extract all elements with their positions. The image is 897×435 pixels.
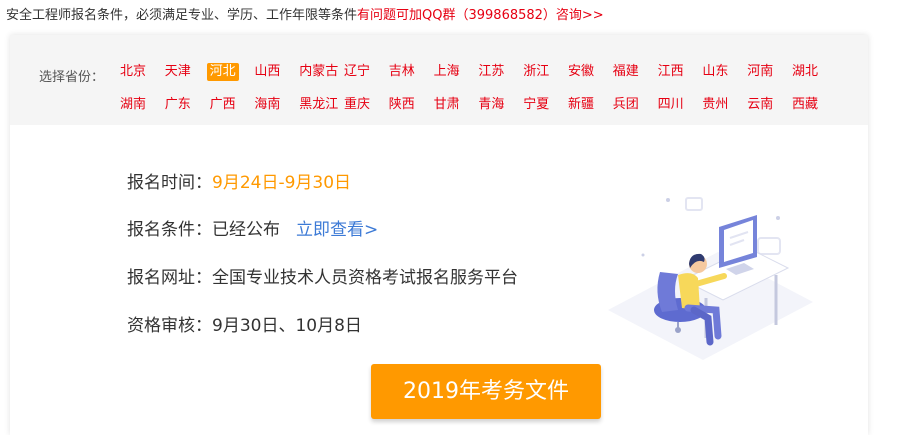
province-guangdong[interactable]: 广东 [162,96,194,114]
qualification-review-row: 资格审核：9月30日、10月8日 [127,311,362,336]
province-hebei[interactable]: 河北 [206,63,239,81]
province-beijing[interactable]: 北京 [117,63,149,81]
province-tianjin[interactable]: 天津 [162,63,194,81]
province-fujian[interactable]: 福建 [610,63,642,81]
province-hubei[interactable]: 湖北 [789,63,821,81]
qq-group-link[interactable]: 有问题可加QQ群（399868582）咨询>> [357,8,604,23]
registration-condition-label: 报名条件： [127,220,212,240]
top-notice-text: 安全工程师报名条件，必须满足专业、学历、工作年限等条件 [6,8,358,23]
registration-time-label: 报名时间： [127,173,212,193]
province-anhui[interactable]: 安徽 [565,63,597,81]
registration-condition-value: 已经公布 [212,220,280,240]
province-jilin[interactable]: 吉林 [386,63,418,81]
province-guizhou[interactable]: 贵州 [699,96,731,114]
province-ningxia[interactable]: 宁夏 [520,96,552,114]
registration-condition-row: 报名条件：已经公布 立即查看> [127,215,378,240]
qualification-review-label: 资格审核： [127,316,212,336]
province-neimenggu[interactable]: 内蒙古 [296,63,341,81]
province-sichuan[interactable]: 四川 [655,96,687,114]
top-notice: 安全工程师报名条件，必须满足专业、学历、工作年限等条件有问题可加QQ群（3998… [6,4,604,23]
person-at-computer-illustration [608,197,813,360]
province-zhejiang[interactable]: 浙江 [520,63,552,81]
view-now-link[interactable]: 立即查看> [296,220,378,240]
province-shanghai[interactable]: 上海 [431,63,463,81]
registration-website-row: 报名网址：全国专业技术人员资格考试报名服务平台 [127,263,518,288]
registration-website-label: 报名网址： [127,268,212,288]
province-selector: 选择省份： 北京 天津 河北 山西 内蒙古 辽宁 吉林 上海 江苏 浙江 安徽 福建 江西 山东 河南 湖北 … [10,35,868,125]
province-xinjiang[interactable]: 新疆 [565,96,597,114]
province-hunan[interactable]: 湖南 [117,96,149,114]
province-shanxi[interactable]: 山西 [251,63,283,81]
province-shandong[interactable]: 山东 [699,63,731,81]
province-yunnan[interactable]: 云南 [744,96,776,114]
province-chongqing[interactable]: 重庆 [341,96,373,114]
exam-info-panel: 选择省份： 北京 天津 河北 山西 内蒙古 辽宁 吉林 上海 江苏 浙江 安徽 福建 江西 山东 河南 湖北 … [10,35,868,435]
province-guangxi[interactable]: 广西 [207,96,239,114]
province-jiangsu[interactable]: 江苏 [475,63,507,81]
province-qinghai[interactable]: 青海 [475,96,507,114]
province-gansu[interactable]: 甘肃 [431,96,463,114]
province-shaanxi[interactable]: 陕西 [386,96,418,114]
registration-website-value: 全国专业技术人员资格考试报名服务平台 [212,268,518,288]
province-henan[interactable]: 河南 [744,63,776,81]
province-heilongjiang[interactable]: 黑龙江 [296,96,341,114]
province-hainan[interactable]: 海南 [251,96,283,114]
province-bingtuan[interactable]: 兵团 [610,96,642,114]
qualification-review-value: 9月30日、10月8日 [212,316,362,336]
province-jiangxi[interactable]: 江西 [655,63,687,81]
exam-documents-button[interactable]: 2019年考务文件 [371,364,601,419]
registration-time-row: 报名时间：9月24日-9月30日 [127,168,351,193]
province-xizang[interactable]: 西藏 [789,96,821,114]
registration-time-value: 9月24日-9月30日 [212,173,352,193]
province-label: 选择省份： [39,70,105,85]
province-liaoning[interactable]: 辽宁 [341,63,373,81]
